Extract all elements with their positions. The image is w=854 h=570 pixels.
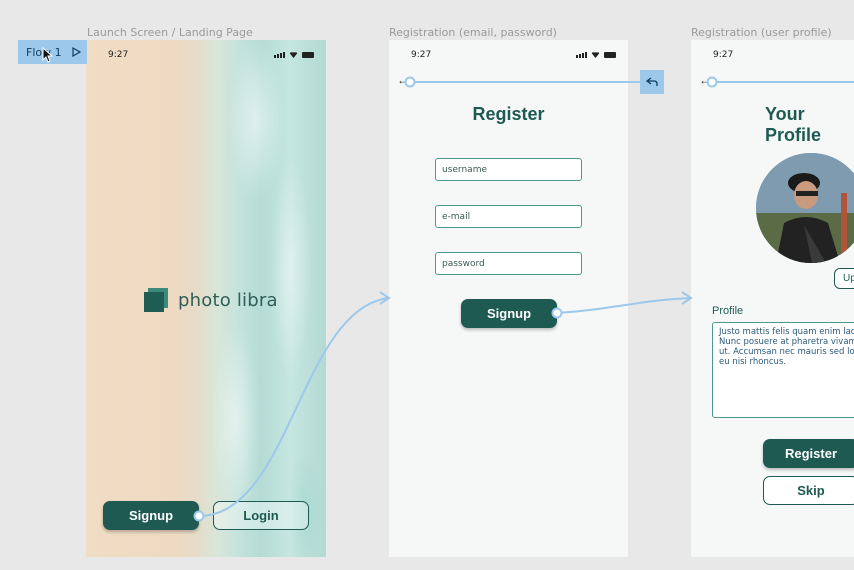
return-icon[interactable]	[640, 70, 664, 94]
password-field[interactable]: password	[435, 252, 582, 275]
play-icon[interactable]	[72, 47, 81, 57]
email-field[interactable]: e-mail	[435, 205, 582, 228]
app-logo: photo libra	[144, 288, 278, 312]
registration-screen-frame[interactable]: 9:27 ← Register username e-mail password…	[389, 40, 628, 557]
frame-title-launch[interactable]: Launch Screen / Landing Page	[87, 26, 253, 39]
avatar	[756, 153, 854, 263]
connection-arrowhead	[379, 291, 391, 305]
upload-button[interactable]: Up	[834, 268, 854, 289]
status-time: 9:27	[411, 50, 432, 60]
signup-button[interactable]: Signup	[461, 299, 557, 328]
page-title: Register	[472, 104, 545, 124]
cursor-icon	[42, 47, 54, 63]
signup-button[interactable]: Signup	[103, 501, 199, 530]
skip-button[interactable]: Skip	[763, 476, 854, 505]
username-field[interactable]: username	[435, 158, 582, 181]
logo-mark-icon	[144, 288, 168, 312]
status-bar: 9:27	[691, 49, 854, 63]
profile-line: ut. Accumsan nec mauris sed lobortis	[719, 347, 854, 357]
register-button[interactable]: Register	[763, 439, 854, 468]
login-button[interactable]: Login	[213, 501, 309, 530]
profile-screen-frame[interactable]: 9:27 ← Your Profile Up Profile Justo mat…	[691, 40, 854, 557]
page-title: Your Profile	[765, 104, 822, 145]
battery-icon	[302, 52, 314, 58]
frame-title-registration[interactable]: Registration (email, password)	[389, 26, 557, 39]
battery-icon	[604, 52, 616, 58]
status-time: 9:27	[713, 50, 734, 60]
wifi-icon	[591, 52, 600, 58]
logo-text: photo libra	[178, 289, 278, 311]
launch-screen-frame[interactable]: 9:27 photo libra Signup Login	[86, 40, 326, 557]
status-bar: 9:27	[86, 49, 326, 63]
signal-icon	[576, 52, 587, 58]
connection-arrowhead	[681, 291, 693, 305]
profile-line: eu nisi rhoncus.	[719, 357, 787, 367]
profile-label: Profile	[712, 305, 744, 317]
status-time: 9:27	[108, 50, 129, 60]
back-arrow-icon[interactable]: ←	[699, 73, 711, 87]
status-bar: 9:27	[389, 49, 628, 63]
profile-textarea[interactable]: Justo mattis felis quam enim laoreet Nun…	[712, 322, 854, 418]
profile-line: Nunc posuere at pharetra vivamus	[719, 337, 854, 347]
profile-line: Justo mattis felis quam enim laoreet	[719, 327, 854, 337]
wifi-icon	[289, 52, 298, 58]
avatar-photo	[756, 153, 854, 263]
frame-title-profile[interactable]: Registration (user profile)	[691, 26, 832, 39]
signal-icon	[274, 52, 285, 58]
back-arrow-icon[interactable]: ←	[397, 73, 409, 87]
